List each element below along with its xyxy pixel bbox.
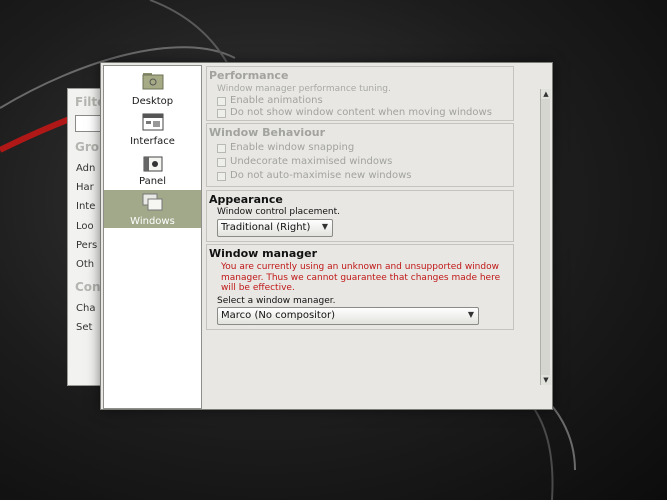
nav-item-windows[interactable]: Windows	[104, 190, 201, 228]
nav-item-desktop[interactable]: Desktop	[104, 68, 201, 108]
chevron-down-icon: ▼	[467, 310, 474, 319]
category-navigation: Desktop Interface Panel Windows	[103, 65, 202, 409]
panel-icon	[141, 154, 165, 174]
section-title: Appearance	[209, 193, 283, 206]
section-title: Window Behaviour	[209, 126, 326, 139]
checkbox-label: Undecorate maximised windows	[230, 156, 393, 167]
checkbox[interactable]	[217, 97, 226, 106]
group-item[interactable]: Pers	[76, 240, 97, 251]
window-manager-select[interactable]: Marco (No compositor) ▼	[217, 307, 479, 325]
content-scrollbar[interactable]: ▲ ▼	[540, 89, 551, 385]
checkbox[interactable]	[217, 158, 226, 167]
chevron-down-icon: ▼	[321, 222, 328, 231]
checkbox[interactable]	[217, 109, 226, 118]
section-title: Performance	[209, 69, 289, 82]
control-center-sidebar: Filte Gro Adn Har Inte Loo Pers Oth Con …	[68, 89, 104, 385]
section-title: Window manager	[209, 247, 318, 260]
scroll-up-icon[interactable]: ▲	[541, 89, 551, 99]
group-item[interactable]: Adn	[76, 163, 95, 174]
common-item[interactable]: Set	[76, 322, 92, 333]
select-value: Traditional (Right)	[221, 222, 311, 233]
windows-icon	[141, 192, 165, 212]
unsupported-wm-warning: You are currently using an unknown and u…	[221, 262, 501, 293]
nav-label: Interface	[130, 136, 175, 147]
scroll-down-icon[interactable]: ▼	[541, 375, 551, 385]
interface-icon	[141, 112, 165, 132]
appearance-section: Appearance Window control placement. Tra…	[206, 190, 514, 242]
window-control-placement-select[interactable]: Traditional (Right) ▼	[217, 219, 333, 237]
nav-item-panel[interactable]: Panel	[104, 152, 201, 190]
nav-label: Desktop	[131, 96, 174, 107]
groups-heading: Gro	[75, 140, 100, 154]
performance-section: Performance Window manager performance t…	[206, 66, 514, 121]
group-item[interactable]: Inte	[76, 201, 95, 212]
nav-label: Panel	[139, 176, 166, 187]
window-manager-section: Window manager You are currently using a…	[206, 244, 514, 330]
folder-icon	[141, 70, 165, 90]
select-value: Marco (No compositor)	[221, 310, 335, 321]
performance-description: Window manager performance tuning.	[217, 84, 391, 94]
nav-label: Windows	[130, 216, 175, 227]
common-item[interactable]: Cha	[76, 303, 95, 314]
common-heading: Con	[75, 280, 101, 294]
nav-item-interface[interactable]: Interface	[104, 110, 201, 150]
checkbox-label: Do not show window content when moving w…	[230, 107, 492, 118]
window-behaviour-section: Window Behaviour Enable window snapping …	[206, 123, 514, 187]
appearance-preferences-window: Desktop Interface Panel Windows Performa…	[100, 62, 553, 410]
select-wm-label: Select a window manager.	[217, 296, 336, 306]
checkbox[interactable]	[217, 144, 226, 153]
group-item[interactable]: Oth	[76, 259, 94, 270]
checkbox-label: Enable animations	[230, 95, 323, 106]
checkbox[interactable]	[217, 172, 226, 181]
group-item[interactable]: Har	[76, 182, 94, 193]
checkbox-label: Enable window snapping	[230, 142, 355, 153]
checkbox-label: Do not auto-maximise new windows	[230, 170, 412, 181]
group-item[interactable]: Loo	[76, 221, 94, 232]
window-control-label: Window control placement.	[217, 207, 341, 217]
settings-content: Performance Window manager performance t…	[203, 63, 539, 409]
